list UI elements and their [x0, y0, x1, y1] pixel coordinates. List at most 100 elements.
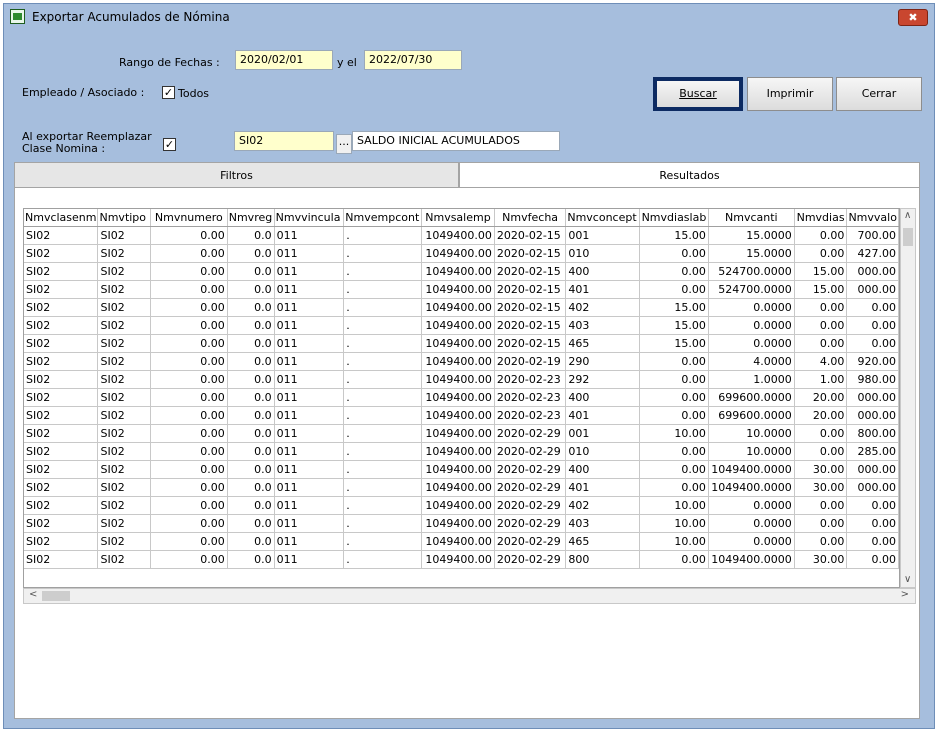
table-cell: 0.00	[639, 460, 709, 479]
table-row[interactable]: SI02 SI02 0.00 0.0 011. 1049400.00 2020-02-15 4…	[24, 298, 899, 317]
table-cell: .	[343, 460, 423, 479]
table-cell: 000.00	[846, 388, 899, 407]
all-employees-checkbox[interactable]: ✓	[162, 86, 175, 99]
table-row[interactable]: SI02 SI02 0.00 0.0 011. 1049400.00 2020-02-23 4…	[24, 388, 899, 407]
table-cell: 1049400.0000	[708, 460, 795, 479]
table-row[interactable]: SI02 SI02 0.00 0.0 011. 1049400.00 2020-02-29 0…	[24, 442, 899, 461]
table-cell: 2020-02-29	[494, 424, 567, 443]
table-row[interactable]: SI02 SI02 0.00 0.0 011. 1049400.00 2020-02-15 4…	[24, 262, 899, 281]
table-cell: 700.00	[846, 226, 899, 245]
replace-label-line2: Clase Nomina :	[22, 142, 106, 155]
table-cell: 2020-02-19	[494, 352, 567, 371]
date-to-field[interactable]: 2022/07/30	[364, 50, 462, 70]
table-cell: 011	[274, 388, 345, 407]
table-cell: 0.00	[639, 406, 709, 425]
table-row[interactable]: SI02 SI02 0.00 0.0 011. 1049400.00 2020-02-29 8…	[24, 550, 899, 569]
table-row[interactable]: SI02 SI02 0.00 0.0 011. 1049400.00 2020-02-15 4…	[24, 334, 899, 353]
print-button[interactable]: Imprimir	[747, 77, 833, 111]
table-cell: .	[343, 262, 423, 281]
table-row[interactable]: SI02 SI02 0.00 0.0 011. 1049400.00 2020-02-15 4…	[24, 316, 899, 335]
table-row[interactable]: SI02 SI02 0.00 0.0 011. 1049400.00 2020-02-23 4…	[24, 406, 899, 425]
table-row[interactable]: SI02 SI02 0.00 0.0 011. 1049400.00 2020-02-29 0…	[24, 424, 899, 443]
table-row[interactable]: SI02 SI02 0.00 0.0 011. 1049400.00 2020-02-23 2…	[24, 370, 899, 389]
column-header[interactable]: Nmvtipo	[97, 209, 151, 227]
search-button[interactable]: Buscar	[653, 77, 743, 111]
table-cell: 0.0	[227, 442, 275, 461]
table-cell: 0.00	[150, 370, 228, 389]
table-cell: 0.0	[227, 478, 275, 497]
table-row[interactable]: SI02 SI02 0.00 0.0 011. 1049400.00 2020-02-29 4…	[24, 478, 899, 497]
date-range-label: Rango de Fechas :	[119, 56, 220, 69]
table-cell: 0.00	[846, 550, 899, 569]
table-cell: 0.00	[150, 406, 228, 425]
table-cell: 0.00	[639, 478, 709, 497]
close-button[interactable]: Cerrar	[836, 77, 922, 111]
table-cell: 465	[565, 532, 641, 551]
table-cell: 0.0	[227, 550, 275, 569]
table-cell: SI02	[97, 262, 151, 281]
clase-code-field[interactable]: SI02	[234, 131, 334, 151]
column-header[interactable]: Nmvconcept	[565, 209, 641, 227]
table-cell: 0.00	[794, 442, 848, 461]
horizontal-scrollbar[interactable]: < >	[23, 588, 916, 604]
vertical-scroll-thumb[interactable]	[903, 228, 913, 246]
replace-class-checkbox[interactable]: ✓	[163, 138, 176, 151]
table-cell: 0.00	[150, 280, 228, 299]
table-cell: SI02	[97, 388, 151, 407]
table-cell: 1049400.00	[421, 406, 495, 425]
table-cell: 011	[274, 280, 345, 299]
column-header[interactable]: Nmvreg	[227, 209, 275, 227]
tab-resultados[interactable]: Resultados	[459, 162, 920, 188]
column-header[interactable]: Nmvvalo	[846, 209, 899, 227]
tab-strip: Filtros Resultados	[14, 162, 920, 188]
table-row[interactable]: SI02 SI02 0.00 0.0 011. 1049400.00 2020-02-15 4…	[24, 280, 899, 299]
vertical-scrollbar[interactable]: ∧ ∨	[900, 208, 916, 588]
table-cell: 0.00	[639, 442, 709, 461]
table-cell: 0.00	[639, 370, 709, 389]
table-row[interactable]: SI02 SI02 0.00 0.0 011. 1049400.00 2020-02-29 4…	[24, 496, 899, 515]
table-row[interactable]: SI02 SI02 0.00 0.0 011. 1049400.00 2020-02-15 0…	[24, 226, 899, 245]
table-row[interactable]: SI02 SI02 0.00 0.0 011. 1049400.00 2020-02-19 2…	[24, 352, 899, 371]
table-cell: 1049400.00	[421, 226, 495, 245]
table-cell: 1049400.00	[421, 496, 495, 515]
scroll-left-icon[interactable]: <	[29, 589, 37, 600]
tab-filtros[interactable]: Filtros	[14, 162, 459, 188]
column-header[interactable]: Nmvdias	[794, 209, 848, 227]
column-header[interactable]: Nmvsalemp	[421, 209, 495, 227]
column-header[interactable]: Nmvempcont	[343, 209, 423, 227]
clase-lookup-button[interactable]: ...	[336, 134, 352, 154]
table-cell: 0.0	[227, 496, 275, 515]
table-row[interactable]: SI02 SI02 0.00 0.0 011. 1049400.00 2020-02-15 0…	[24, 244, 899, 263]
table-cell: 0.00	[794, 298, 848, 317]
column-header[interactable]: Nmvnumero	[150, 209, 228, 227]
table-cell: 011	[274, 406, 345, 425]
scroll-up-icon[interactable]: ∧	[904, 210, 911, 221]
table-cell: 010	[565, 442, 641, 461]
table-row[interactable]: SI02 SI02 0.00 0.0 011. 1049400.00 2020-02-29 4…	[24, 532, 899, 551]
column-header[interactable]: Nmvcanti	[708, 209, 795, 227]
table-cell: .	[343, 406, 423, 425]
table-cell: 0.0	[227, 334, 275, 353]
scroll-right-icon[interactable]: >	[901, 589, 909, 600]
table-cell: SI02	[97, 316, 151, 335]
table-row[interactable]: SI02 SI02 0.00 0.0 011. 1049400.00 2020-02-29 4…	[24, 514, 899, 533]
table-cell: 1049400.00	[421, 352, 495, 371]
results-grid[interactable]: Nmvclasenm Nmvtipo Nmvnumero Nmvreg Nmvvincu…	[23, 208, 900, 588]
table-cell: 0.00	[639, 262, 709, 281]
table-cell: 15.00	[639, 316, 709, 335]
horizontal-scroll-thumb[interactable]	[42, 591, 70, 601]
scroll-down-icon[interactable]: ∨	[904, 574, 911, 585]
table-cell: 10.00	[639, 496, 709, 515]
column-header[interactable]: Nmvfecha	[494, 209, 567, 227]
table-cell: SI02	[97, 298, 151, 317]
table-row[interactable]: SI02 SI02 0.00 0.0 011. 1049400.00 2020-02-29 4…	[24, 460, 899, 479]
column-header[interactable]: Nmvvincula	[274, 209, 345, 227]
title-bar[interactable]: Exportar Acumulados de Nómina ✖	[4, 4, 934, 30]
table-cell: 524700.0000	[708, 262, 795, 281]
column-header[interactable]: Nmvclasenm	[24, 209, 99, 227]
table-cell: 401	[565, 280, 641, 299]
close-window-button[interactable]: ✖	[898, 9, 928, 26]
table-cell: 1.00	[794, 370, 848, 389]
date-from-field[interactable]: 2020/02/01	[235, 50, 333, 70]
column-header[interactable]: Nmvdiaslab	[639, 209, 709, 227]
